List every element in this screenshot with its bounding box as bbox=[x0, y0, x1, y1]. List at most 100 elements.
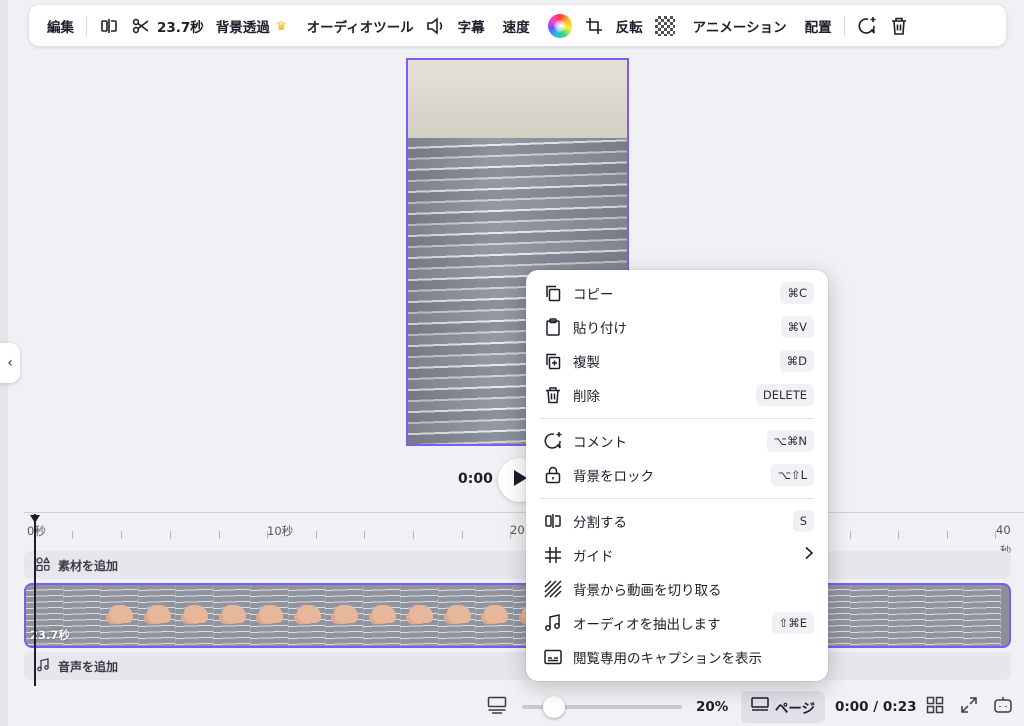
video-clip-track[interactable] bbox=[24, 583, 1011, 648]
ruler-tick bbox=[947, 531, 948, 539]
bg-remove-button[interactable]: 背景透過 ♛ bbox=[210, 11, 293, 41]
add-comment-button[interactable] bbox=[851, 11, 883, 41]
clip-thumbnail bbox=[251, 585, 289, 646]
grid-icon bbox=[926, 696, 944, 718]
captions-icon bbox=[542, 646, 564, 668]
ruler-tick bbox=[850, 531, 851, 539]
zoom-value: 20% bbox=[696, 699, 729, 715]
shortcut-badge: ⌥⌘N bbox=[766, 430, 814, 452]
fullscreen-button[interactable] bbox=[959, 697, 979, 717]
ruler-label: 10秒 bbox=[267, 524, 294, 538]
trash-icon bbox=[889, 16, 909, 36]
ruler-tick bbox=[72, 531, 73, 539]
menu-item-cut-from-background[interactable]: 背景から動画を切り取る bbox=[526, 572, 828, 606]
clip-thumbnail bbox=[288, 585, 326, 646]
captions-button[interactable]: 字幕 bbox=[452, 11, 491, 41]
ruler-tick bbox=[364, 531, 365, 539]
comment-add-icon bbox=[542, 430, 564, 452]
clip-thumbnail bbox=[138, 585, 176, 646]
ruler-tick bbox=[121, 531, 122, 539]
menu-item-comment[interactable]: コメント ⌥⌘N bbox=[526, 424, 828, 458]
music-note-icon bbox=[36, 657, 50, 675]
music-note-icon bbox=[542, 612, 564, 634]
duplicate-icon bbox=[542, 350, 564, 372]
color-button[interactable] bbox=[542, 11, 578, 41]
menu-item-paste[interactable]: 貼り付け ⌘V bbox=[526, 310, 828, 344]
shortcut-badge: S bbox=[792, 510, 814, 532]
flip-button[interactable]: 反転 bbox=[610, 11, 649, 41]
split-icon bbox=[99, 16, 119, 36]
ruler-label: 20 bbox=[510, 523, 525, 537]
timeline-ruler[interactable]: 0秒 10秒 20 40 秒 bbox=[24, 512, 1024, 558]
comment-add-icon bbox=[857, 16, 877, 36]
hatch-icon bbox=[542, 578, 564, 600]
assistant-button[interactable] bbox=[993, 697, 1013, 717]
clip-thumbnail bbox=[326, 585, 364, 646]
menu-divider bbox=[540, 418, 814, 419]
elements-icon bbox=[36, 556, 51, 574]
clip-thumbnail bbox=[213, 585, 251, 646]
shortcut-badge: DELETE bbox=[755, 384, 814, 406]
shortcut-badge: ⌥⇧L bbox=[770, 464, 814, 486]
speed-button[interactable]: 速度 bbox=[497, 11, 536, 41]
grid-guide-icon bbox=[542, 544, 564, 566]
trim-duration-button[interactable]: 23.7秒 bbox=[125, 11, 210, 41]
chevron-right-icon bbox=[804, 546, 814, 564]
menu-item-delete[interactable]: 削除 DELETE bbox=[526, 378, 828, 412]
menu-item-split[interactable]: 分割する S bbox=[526, 504, 828, 538]
clip-thumbnail bbox=[963, 585, 1001, 646]
clip-thumbnail bbox=[401, 585, 439, 646]
top-toolbar: 編集 23.7秒 背景透過 ♛ オーディオツール 字幕 速度 反転 アニメーショ… bbox=[29, 5, 1006, 46]
collapse-panel-button[interactable]: ‹ bbox=[0, 343, 20, 383]
clip-thumbnail bbox=[438, 585, 476, 646]
edit-button[interactable]: 編集 bbox=[41, 11, 80, 41]
clip-thumbnail bbox=[926, 585, 964, 646]
page-view-button[interactable]: ページ bbox=[741, 691, 825, 723]
crop-button[interactable] bbox=[578, 11, 610, 41]
clip-thumbnail bbox=[888, 585, 926, 646]
toolbar-divider bbox=[843, 15, 845, 36]
timeline-toggle-button[interactable] bbox=[487, 696, 507, 717]
video-frame-wall bbox=[408, 60, 627, 142]
delete-button[interactable] bbox=[883, 11, 915, 41]
add-audio-track[interactable]: 音声を追加 bbox=[24, 652, 1011, 680]
toolbar-divider bbox=[86, 15, 87, 36]
ruler-label: 0秒 bbox=[27, 524, 46, 538]
ruler-tick bbox=[219, 531, 220, 539]
clip-thumbnail bbox=[363, 585, 401, 646]
zoom-slider-handle[interactable] bbox=[543, 696, 565, 718]
transparency-button[interactable] bbox=[649, 11, 681, 41]
current-time: 0:00 bbox=[458, 471, 493, 487]
menu-divider bbox=[540, 498, 814, 499]
clip-thumbnail bbox=[476, 585, 514, 646]
lock-icon bbox=[542, 464, 564, 486]
shortcut-badge: ⌘V bbox=[780, 316, 814, 338]
page-layout-icon bbox=[751, 697, 769, 717]
ruler-tick bbox=[170, 531, 171, 539]
shortcut-badge: ⌘D bbox=[779, 350, 814, 372]
ruler-label: 40 bbox=[996, 523, 1011, 537]
grid-view-button[interactable] bbox=[925, 696, 945, 718]
menu-item-lock-background[interactable]: 背景をロック ⌥⇧L bbox=[526, 458, 828, 492]
playhead-line[interactable] bbox=[34, 514, 36, 686]
animation-button[interactable]: アニメーション bbox=[687, 11, 793, 41]
speaker-icon bbox=[426, 16, 446, 36]
menu-item-extract-audio[interactable]: オーディオを抽出します ⇧⌘E bbox=[526, 606, 828, 640]
audio-tools-button[interactable]: オーディオツール bbox=[301, 11, 420, 41]
menu-item-copy[interactable]: コピー ⌘C bbox=[526, 276, 828, 310]
shortcut-badge: ⇧⌘E bbox=[771, 612, 814, 634]
arrange-button[interactable]: 配置 bbox=[799, 11, 838, 41]
trash-icon bbox=[542, 384, 564, 406]
volume-button[interactable] bbox=[420, 11, 452, 41]
clip-thumbnail bbox=[851, 585, 889, 646]
split-button[interactable] bbox=[93, 11, 125, 41]
copy-icon bbox=[542, 282, 564, 304]
clip-thumbnail bbox=[176, 585, 214, 646]
ruler-tick bbox=[462, 531, 463, 539]
menu-item-show-captions[interactable]: 閲覧専用のキャプションを表示 bbox=[526, 640, 828, 674]
menu-item-duplicate[interactable]: 複製 ⌘D bbox=[526, 344, 828, 378]
assistant-icon bbox=[993, 695, 1013, 719]
menu-item-guide[interactable]: ガイド bbox=[526, 538, 828, 572]
add-element-track[interactable]: 素材を追加 bbox=[24, 551, 1011, 579]
expand-icon bbox=[960, 696, 978, 718]
